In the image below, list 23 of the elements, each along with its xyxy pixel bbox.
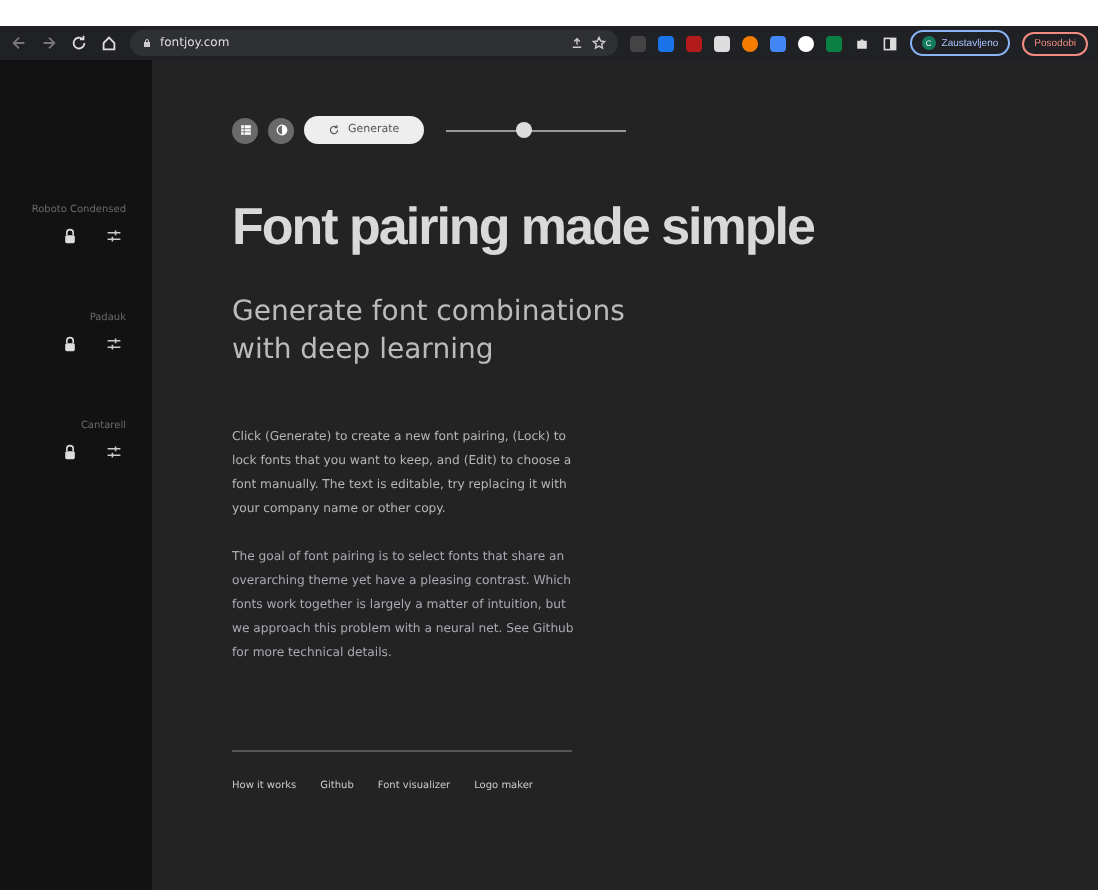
lock-icon[interactable] xyxy=(62,336,78,352)
sliders-icon[interactable] xyxy=(106,228,122,244)
table-icon xyxy=(239,124,251,136)
reload-icon[interactable] xyxy=(70,34,88,52)
page-heading: Font pairing made simple xyxy=(232,196,816,258)
sliders-icon[interactable] xyxy=(106,336,122,352)
back-icon[interactable] xyxy=(10,34,28,52)
forward-icon[interactable] xyxy=(40,34,58,52)
contrast-button[interactable] xyxy=(268,117,294,143)
list-icon-button[interactable] xyxy=(232,117,258,143)
share-icon[interactable] xyxy=(569,36,584,50)
star-icon[interactable] xyxy=(591,36,606,50)
slider-thumb[interactable] xyxy=(516,122,533,138)
sliders-icon[interactable] xyxy=(106,444,122,460)
side-panel-icon[interactable] xyxy=(881,35,898,51)
lock-icon[interactable] xyxy=(62,228,78,244)
subheading: Generate font combinations with deep learning xyxy=(232,294,627,370)
home-icon[interactable] xyxy=(100,34,118,52)
lock-icon[interactable] xyxy=(62,444,78,460)
puzzle-icon[interactable] xyxy=(853,35,870,51)
contrast-icon xyxy=(275,124,287,136)
refresh-icon xyxy=(328,124,340,136)
lock-icon xyxy=(142,38,152,48)
